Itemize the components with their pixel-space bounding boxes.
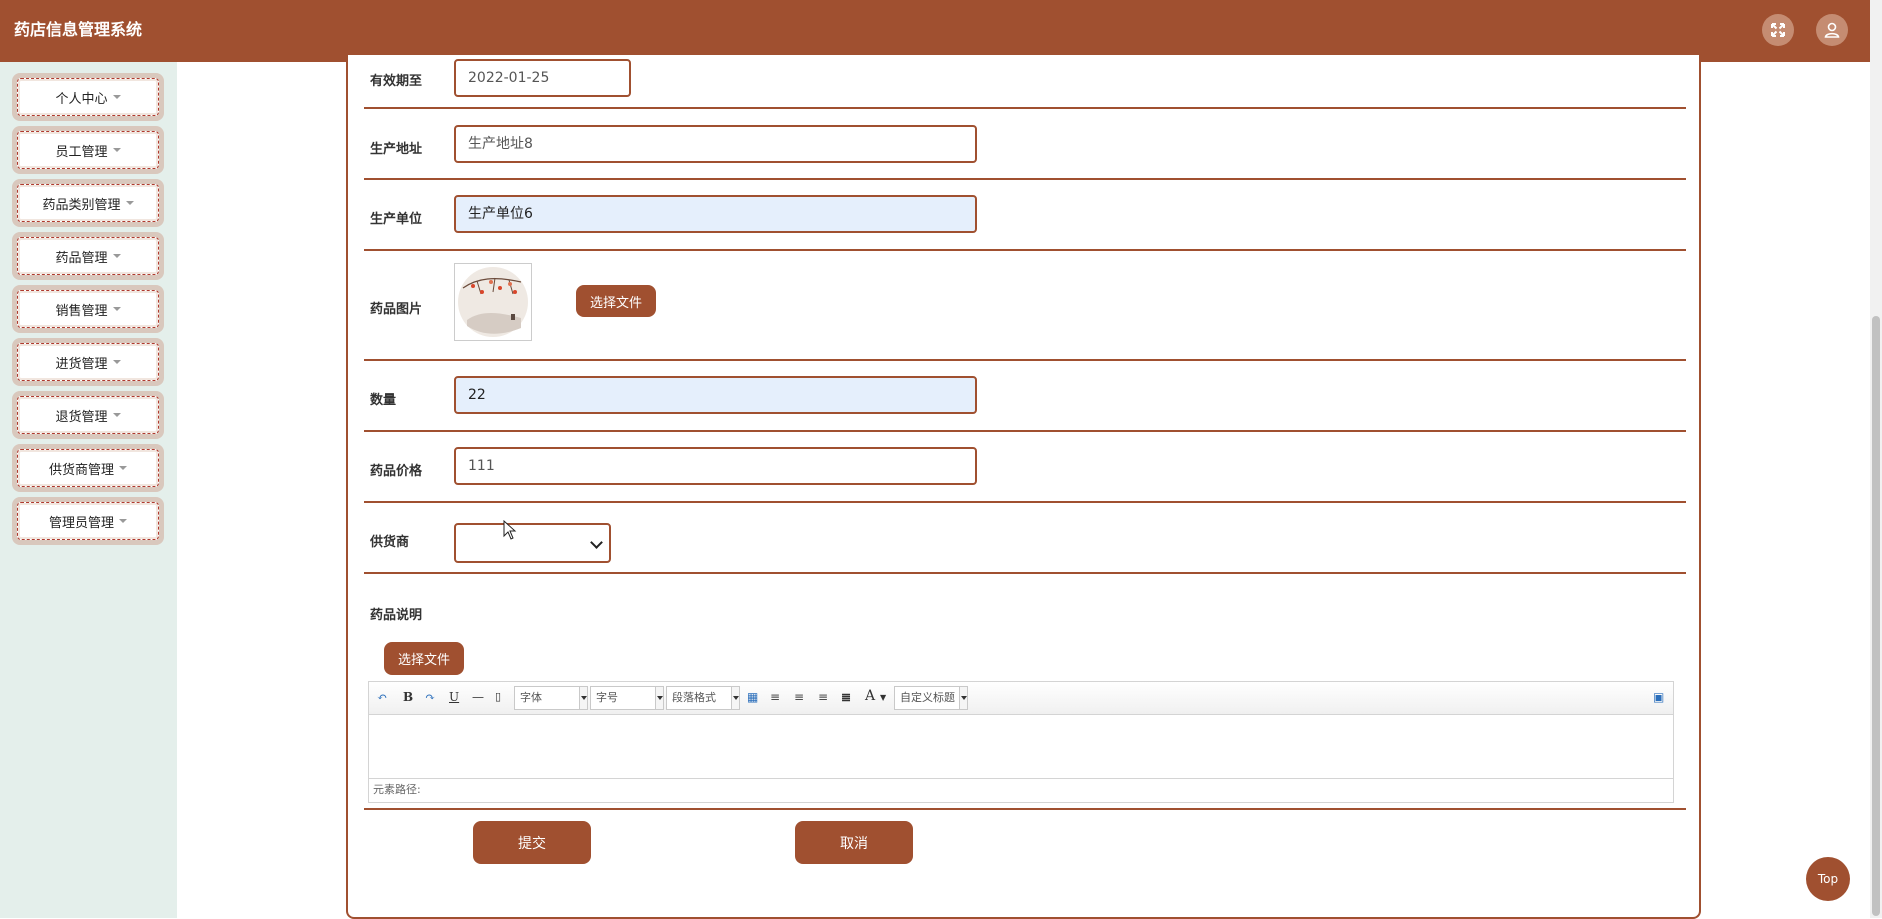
dropdown-arrow-icon xyxy=(655,687,663,709)
submit-button[interactable]: 提交 xyxy=(473,821,591,864)
chevron-down-icon xyxy=(590,536,603,549)
editor-toolbar: ↶ B ↷ U — ▯ 字体 字号 段落格式 ▦ ≡ ≡ ≡ ≣ A ▼ 自定义… xyxy=(369,682,1673,715)
align-justify-icon[interactable]: ≣ xyxy=(841,690,851,704)
sidebar-item-label: 退货管理 xyxy=(55,409,108,425)
sidebar-item-staff[interactable]: 员工管理 xyxy=(12,126,164,174)
sidebar-item-personal-center[interactable]: 个人中心 xyxy=(12,73,164,121)
price-input[interactable]: 111 xyxy=(454,447,977,485)
sidebar-item-drug[interactable]: 药品管理 xyxy=(12,232,164,280)
supplier-select[interactable] xyxy=(454,523,611,563)
quantity-input[interactable]: 22 xyxy=(454,376,977,414)
form-row-price: 药品价格 111 xyxy=(364,432,1686,503)
form-row-supplier: 供货商 xyxy=(364,503,1686,574)
horizontal-rule-icon[interactable]: — xyxy=(472,690,484,704)
form-row-description: 药品说明 选择文件 ↶ B ↷ U — ▯ 字体 字号 段落格式 ▦ ≡ ≡ ≡… xyxy=(364,574,1686,810)
user-avatar-button[interactable] xyxy=(1816,14,1848,46)
caret-down-icon xyxy=(112,148,121,152)
fullscreen-icon xyxy=(1771,23,1785,37)
sidebar-item-returns[interactable]: 退货管理 xyxy=(12,391,164,439)
form-row-manufacturer: 生产单位 生产单位6 xyxy=(364,180,1686,251)
form-row-quantity: 数量 22 xyxy=(364,361,1686,432)
sidebar-item-label: 供货商管理 xyxy=(48,462,114,478)
sidebar-item-label: 进货管理 xyxy=(55,356,108,372)
caret-down-icon xyxy=(112,254,121,258)
mouse-cursor-icon xyxy=(503,520,517,540)
form-row-expiry: 有效期至 2022-01-25 xyxy=(364,55,1686,109)
sidebar-item-sales[interactable]: 销售管理 xyxy=(12,285,164,333)
sidebar-item-purchase[interactable]: 进货管理 xyxy=(12,338,164,386)
align-center-icon[interactable]: ≡ xyxy=(818,690,828,704)
caret-down-icon xyxy=(112,307,121,311)
table-icon[interactable]: ▦ xyxy=(747,690,758,704)
dropdown-arrow-icon xyxy=(959,687,967,709)
form-row-address: 生产地址 生产地址8 xyxy=(364,109,1686,180)
form-row-image: 药品图片 选择文件 xyxy=(364,251,1686,361)
sidebar-item-admin[interactable]: 管理员管理 xyxy=(12,497,164,545)
manufacturer-label: 生产单位 xyxy=(370,212,423,227)
element-path-bar: 元素路径: xyxy=(369,778,1673,802)
manufacturer-input[interactable]: 生产单位6 xyxy=(454,195,977,233)
address-label: 生产地址 xyxy=(370,142,423,157)
address-input[interactable]: 生产地址8 xyxy=(454,125,977,163)
fullscreen-button[interactable] xyxy=(1762,14,1794,46)
image-label: 药品图片 xyxy=(370,302,423,317)
top-header: 药店信息管理系统 xyxy=(0,0,1870,62)
dropdown-arrow-icon xyxy=(579,687,587,709)
quantity-label: 数量 xyxy=(370,393,397,408)
bold-button[interactable]: B xyxy=(403,690,413,704)
caret-down-icon xyxy=(112,360,121,364)
page-icon[interactable]: ▯ xyxy=(495,690,501,703)
scrollbar-thumb[interactable] xyxy=(1872,316,1880,916)
sidebar-item-label: 药品类别管理 xyxy=(42,197,121,213)
align-left-icon[interactable]: ≡ xyxy=(770,690,780,704)
fullscreen-editor-icon[interactable]: ▣ xyxy=(1653,690,1664,704)
choose-description-file-button[interactable]: 选择文件 xyxy=(384,642,464,675)
supplier-label: 供货商 xyxy=(370,535,410,550)
description-label: 药品说明 xyxy=(370,608,423,623)
custom-title-select[interactable]: 自定义标题 xyxy=(894,686,968,710)
font-family-select[interactable]: 字体 xyxy=(514,686,588,710)
caret-down-icon xyxy=(112,413,121,417)
sidebar-item-label: 销售管理 xyxy=(55,303,108,319)
font-size-select[interactable]: 字号 xyxy=(590,686,664,710)
drug-form-card: 有效期至 2022-01-25 生产地址 生产地址8 生产单位 生产单位6 药品… xyxy=(346,55,1701,919)
user-icon xyxy=(1824,22,1840,38)
app-title: 药店信息管理系统 xyxy=(14,20,143,39)
custom-title-label: 自定义标题 xyxy=(900,691,955,704)
sidebar-item-label: 药品管理 xyxy=(55,250,108,266)
page-scrollbar[interactable] xyxy=(1870,0,1882,918)
sidebar-item-label: 员工管理 xyxy=(55,144,108,160)
sidebar-item-drug-category[interactable]: 药品类别管理 xyxy=(12,179,164,227)
editor-content-area[interactable] xyxy=(369,715,1673,779)
cancel-button[interactable]: 取消 xyxy=(795,821,913,864)
undo-icon[interactable]: ↶ xyxy=(377,690,387,704)
scroll-to-top-button[interactable]: Top xyxy=(1806,857,1850,901)
underline-button[interactable]: U xyxy=(449,690,459,704)
sidebar: 个人中心 员工管理 药品类别管理 药品管理 销售管理 进货管理 退货管理 供货商… xyxy=(0,62,177,918)
sidebar-item-label: 管理员管理 xyxy=(48,515,114,531)
paragraph-format-label: 段落格式 xyxy=(672,691,716,704)
caret-down-icon xyxy=(112,95,121,99)
font-family-label: 字体 xyxy=(520,691,542,704)
caret-down-icon xyxy=(119,466,127,470)
redo-icon[interactable]: ↷ xyxy=(425,690,435,704)
font-size-label: 字号 xyxy=(596,691,618,704)
choose-image-file-button[interactable]: 选择文件 xyxy=(576,285,656,317)
paragraph-format-select[interactable]: 段落格式 xyxy=(666,686,740,710)
price-label: 药品价格 xyxy=(370,464,423,479)
align-right-icon[interactable]: ≡ xyxy=(794,690,804,704)
sidebar-item-supplier[interactable]: 供货商管理 xyxy=(12,444,164,492)
drug-image-thumbnail xyxy=(454,263,532,341)
font-color-button[interactable]: A xyxy=(865,688,875,704)
font-color-caret-icon[interactable]: ▼ xyxy=(880,693,886,702)
expiry-label: 有效期至 xyxy=(370,74,423,89)
rich-text-editor: ↶ B ↷ U — ▯ 字体 字号 段落格式 ▦ ≡ ≡ ≡ ≣ A ▼ 自定义… xyxy=(368,681,1674,803)
caret-down-icon xyxy=(119,519,127,523)
sidebar-item-label: 个人中心 xyxy=(55,91,108,107)
dropdown-arrow-icon xyxy=(731,687,739,709)
expiry-date-input[interactable]: 2022-01-25 xyxy=(454,59,631,97)
caret-down-icon xyxy=(125,201,134,205)
